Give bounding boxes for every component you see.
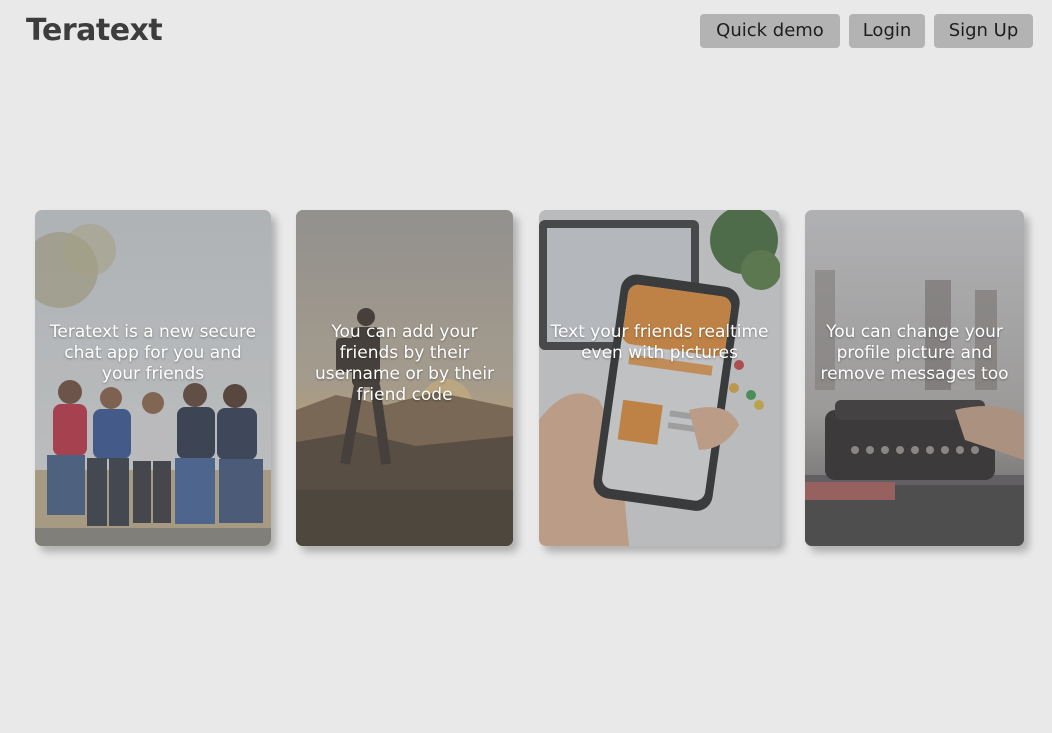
brand-logo[interactable]: Teratext bbox=[26, 13, 163, 48]
feature-card-secure-chat: Teratext is a new secure chat app for yo… bbox=[35, 210, 271, 546]
top-bar: Teratext Quick demo Login Sign Up bbox=[0, 0, 1052, 70]
feature-card-realtime: Text your friends realtime even with pic… bbox=[539, 210, 780, 546]
feature-card-profile: You can change your profile picture and … bbox=[805, 210, 1024, 546]
feature-caption: Text your friends realtime even with pic… bbox=[550, 322, 769, 363]
feature-caption: You can add your friends by their userna… bbox=[314, 322, 495, 405]
feature-card-add-friends: You can add your friends by their userna… bbox=[296, 210, 513, 546]
sign-up-button[interactable]: Sign Up bbox=[934, 14, 1033, 48]
feature-caption: You can change your profile picture and … bbox=[820, 322, 1009, 384]
login-button[interactable]: Login bbox=[849, 14, 925, 48]
feature-caption: Teratext is a new secure chat app for yo… bbox=[49, 322, 257, 384]
quick-demo-button[interactable]: Quick demo bbox=[700, 14, 840, 48]
